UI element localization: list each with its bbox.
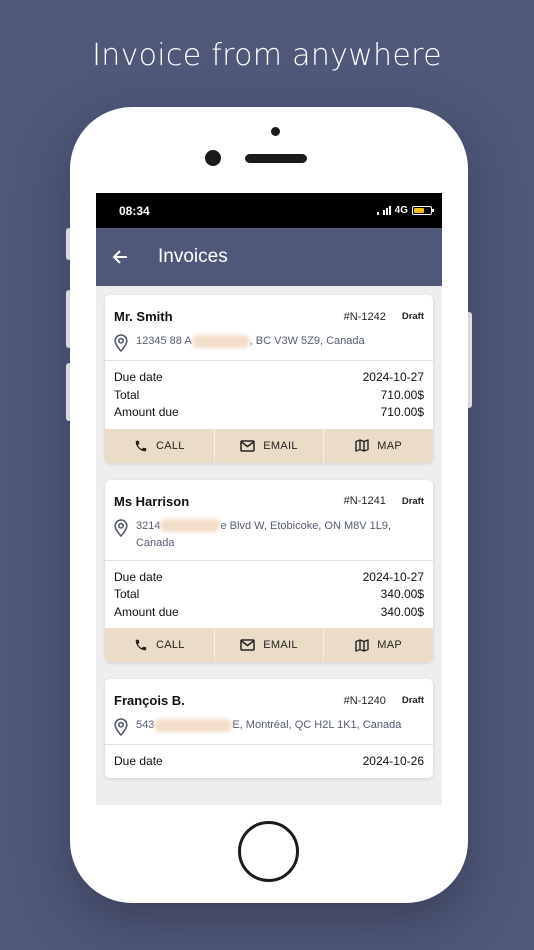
- status-indicators: 4G: [376, 205, 434, 216]
- location-pin-icon: [114, 518, 128, 537]
- phone-icon: [135, 639, 147, 651]
- invoice-number: #N-1242: [343, 310, 386, 323]
- invoice-card[interactable]: Ms Harrison #N-1241 Draft 3214 e Blvd W, …: [105, 479, 433, 662]
- customer-name: François B.: [114, 693, 185, 708]
- amount-due-row: Amount due 340.00$: [114, 604, 424, 622]
- due-date-row: Due date 2024-10-27: [114, 569, 424, 587]
- status-bar: 08:34 4G: [96, 193, 442, 228]
- call-button[interactable]: CALL: [105, 628, 215, 662]
- location-pin-icon: [114, 718, 128, 737]
- customer-name: Ms Harrison: [114, 493, 190, 509]
- mail-icon: [240, 439, 255, 452]
- card-actions: CALL EMAIL MAP: [105, 628, 433, 662]
- due-date-value: 2024-10-27: [362, 370, 424, 384]
- call-button[interactable]: CALL: [105, 428, 215, 463]
- phone-icon: [135, 440, 147, 451]
- total-value: 340.00$: [380, 587, 424, 601]
- redacted-text: [154, 718, 233, 732]
- network-type: 4G: [394, 205, 408, 216]
- phone-screen: 08:34 4G Invoices Mr. Smith #N-1242 Draf…: [96, 193, 442, 805]
- map-icon: [355, 439, 369, 452]
- status-time: 08:34: [119, 203, 150, 218]
- redacted-text: [160, 519, 221, 533]
- home-button[interactable]: [238, 821, 299, 882]
- email-button[interactable]: EMAIL: [215, 628, 325, 662]
- total-row: Total 340.00$: [114, 586, 424, 604]
- status-badge: Draft: [401, 495, 424, 507]
- customer-name: Mr. Smith: [114, 309, 173, 324]
- due-date-value: 2024-10-27: [362, 569, 424, 584]
- signal-icon: [376, 206, 391, 215]
- amount-due-value: 710.00$: [380, 405, 424, 419]
- invoice-card[interactable]: François B. #N-1240 Draft 543 E, Montréal…: [105, 679, 433, 778]
- total-value: 710.00$: [380, 387, 424, 402]
- location-pin-icon: [114, 334, 128, 353]
- map-button[interactable]: MAP: [324, 429, 433, 463]
- status-badge: Draft: [401, 695, 424, 706]
- back-arrow-icon[interactable]: [112, 248, 130, 266]
- customer-address: 543 E, Montréal, QC H2L 1K1, Canada: [136, 718, 402, 732]
- amount-due-row: Amount due 710.00$: [114, 404, 424, 422]
- status-badge: Draft: [401, 311, 424, 322]
- map-icon: [355, 638, 369, 652]
- app-bar: Invoices: [96, 228, 442, 286]
- total-row: Total 710.00$: [114, 387, 424, 405]
- invoice-card[interactable]: Mr. Smith #N-1242 Draft 12345 88 A, BC V…: [105, 295, 433, 463]
- marketing-headline: Invoice from anywhere: [92, 38, 442, 73]
- phone-sensor: [271, 127, 280, 136]
- map-button[interactable]: MAP: [324, 628, 433, 662]
- customer-address: 12345 88 A, BC V3W 5Z9, Canada: [136, 334, 365, 348]
- invoice-number: #N-1241: [343, 495, 386, 507]
- email-button[interactable]: EMAIL: [215, 428, 325, 463]
- invoice-number: #N-1240: [343, 694, 386, 707]
- customer-address: 3214 e Blvd W, Etobicoke, ON M8V 1L9, Can…: [136, 519, 392, 549]
- card-actions: CALL EMAIL MAP: [105, 428, 433, 463]
- due-date-value: 2024-10-26: [362, 754, 424, 768]
- battery-icon: [412, 206, 434, 215]
- redacted-text: [191, 334, 250, 348]
- invoice-list: Mr. Smith #N-1242 Draft 12345 88 A, BC V…: [96, 286, 442, 778]
- phone-speaker: [245, 154, 307, 163]
- due-date-row: Due date 2024-10-27: [114, 369, 424, 387]
- page-title: Invoices: [158, 246, 228, 267]
- amount-due-value: 340.00$: [380, 604, 424, 619]
- due-date-row: Due date 2024-10-26: [114, 753, 424, 771]
- phone-camera: [205, 150, 221, 166]
- mail-icon: [240, 639, 255, 651]
